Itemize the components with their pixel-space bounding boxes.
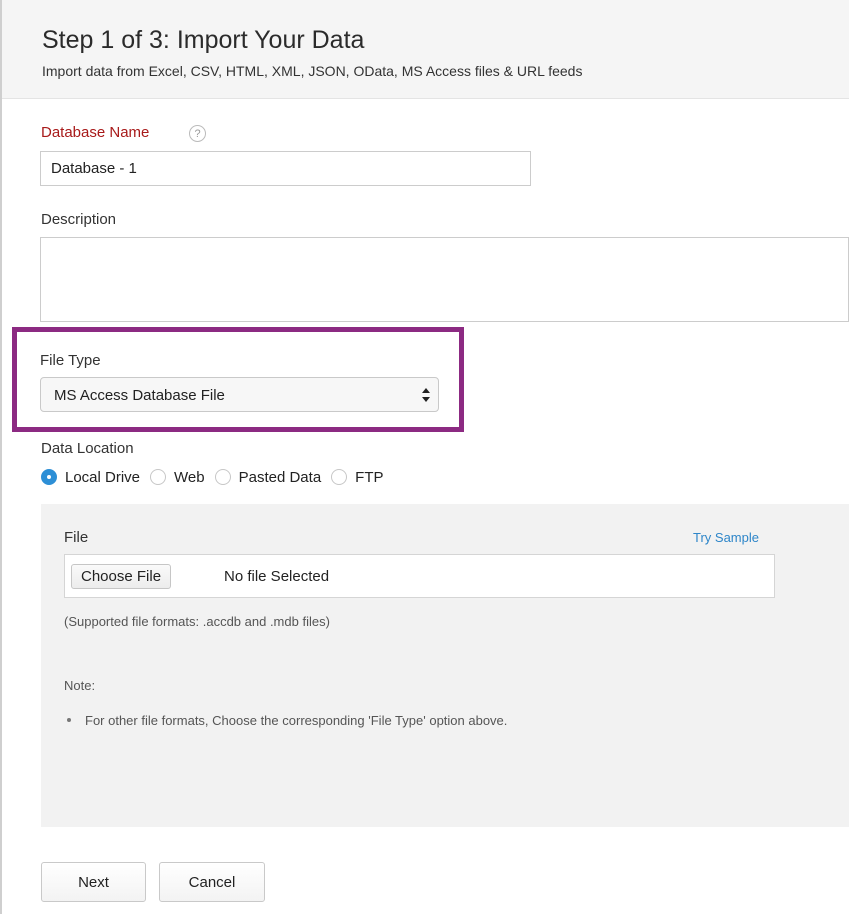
choose-file-button[interactable]: Choose File — [71, 564, 172, 589]
next-button[interactable]: Next — [41, 862, 146, 902]
radio-pasted-data-label[interactable]: Pasted Data — [239, 469, 322, 486]
radio-web[interactable] — [150, 469, 167, 485]
note-item-text: For other file formats, Choose the corre… — [85, 713, 508, 728]
file-input[interactable]: Choose File No file Selected — [64, 554, 775, 598]
try-sample-link[interactable]: Try Sample — [693, 530, 759, 545]
database-name-label: Database Name — [41, 124, 150, 141]
database-name-input[interactable] — [40, 151, 531, 186]
note-title: Note: — [64, 678, 96, 693]
radio-web-label[interactable]: Web — [174, 469, 205, 486]
page-subtitle: Import data from Excel, CSV, HTML, XML, … — [42, 63, 583, 79]
supported-formats-text: (Supported file formats: .accdb and .mdb… — [64, 614, 330, 629]
radio-ftp[interactable] — [331, 469, 348, 485]
data-location-radio-group: Local Drive Web Pasted Data FTP — [41, 467, 394, 487]
left-border — [0, 0, 2, 914]
radio-local-drive[interactable] — [41, 469, 57, 485]
file-status-text: No file Selected — [224, 568, 330, 585]
highlight-box — [12, 327, 464, 432]
help-icon[interactable]: ? — [189, 125, 206, 142]
description-label: Description — [41, 211, 117, 228]
radio-pasted-data[interactable] — [214, 469, 231, 485]
description-textarea[interactable] — [40, 237, 849, 322]
data-location-label: Data Location — [41, 440, 134, 457]
file-label: File — [64, 529, 89, 546]
page-header: Step 1 of 3: Import Your Data Import dat… — [2, 0, 849, 99]
cancel-button[interactable]: Cancel — [159, 862, 265, 902]
page-title: Step 1 of 3: Import Your Data — [42, 26, 365, 54]
radio-local-drive-label[interactable]: Local Drive — [65, 469, 140, 486]
radio-ftp-label[interactable]: FTP — [355, 469, 383, 486]
file-upload-panel: File Try Sample Choose File No file Sele… — [41, 504, 849, 827]
bullet-icon — [67, 718, 71, 723]
note-list-item: For other file formats, Choose the corre… — [64, 713, 507, 728]
